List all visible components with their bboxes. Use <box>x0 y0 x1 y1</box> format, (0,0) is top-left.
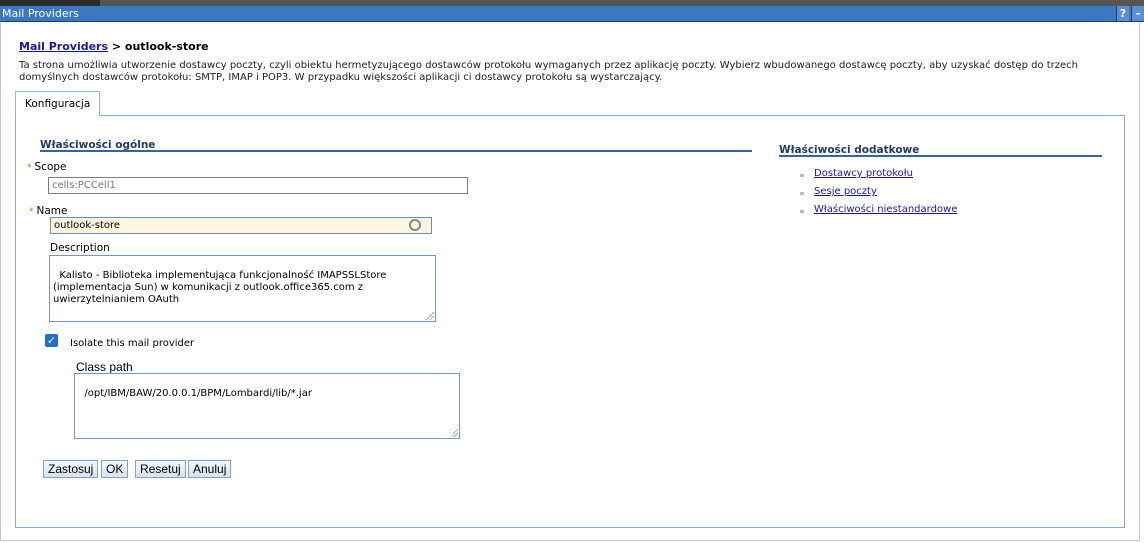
required-icon: * <box>29 207 34 217</box>
bullet-icon <box>800 210 804 213</box>
link-custom-properties[interactable]: Właściwości niestandardowe <box>814 204 957 215</box>
cancel-button[interactable]: Anuluj <box>188 460 232 478</box>
description-field[interactable]: Kalisto - Biblioteka implementująca funk… <box>49 255 436 322</box>
breadcrumb: Mail Providers > outlook-store <box>19 40 209 53</box>
breadcrumb-current: outlook-store <box>124 40 209 53</box>
description-label: Description <box>50 242 110 254</box>
name-field[interactable]: outlook-store <box>50 217 432 234</box>
tab-konfiguracja[interactable]: Konfiguracja <box>15 91 101 116</box>
minimize-icon[interactable]: – <box>1131 6 1144 21</box>
page-description: Ta strona umożliwia utworzenie dostawcy … <box>19 60 1079 83</box>
help-icon[interactable]: ? <box>1116 6 1129 21</box>
class-path-label: Class path <box>76 360 133 374</box>
portlet-titlebar: Mail Providers ? – <box>0 6 1144 22</box>
breadcrumb-link-mail-providers[interactable]: Mail Providers <box>19 40 108 53</box>
additional-properties-divider <box>779 155 1102 157</box>
required-icon: * <box>27 163 32 173</box>
resize-handle-icon[interactable] <box>426 312 434 320</box>
name-label: * Name <box>29 205 68 217</box>
scope-label: * Scope <box>27 161 67 173</box>
isolate-label: Isolate this mail provider <box>70 338 195 349</box>
general-properties-divider <box>40 150 752 152</box>
scope-field: cells:PCCell1 <box>48 177 468 194</box>
isolate-checkbox[interactable]: ✓ <box>45 334 58 347</box>
breadcrumb-separator: > <box>108 40 125 53</box>
bullet-icon <box>800 192 804 195</box>
apply-button[interactable]: Zastosuj <box>43 460 99 478</box>
link-mail-sessions[interactable]: Sesje poczty <box>814 186 877 197</box>
reset-button[interactable]: Resetuj <box>135 460 186 478</box>
ok-button[interactable]: OK <box>101 460 129 478</box>
link-protocol-providers[interactable]: Dostawcy protokołu <box>814 168 913 179</box>
class-path-field[interactable]: /opt/IBM/BAW/20.0.0.1/BPM/Lombardi/lib/*… <box>74 373 460 439</box>
portlet-title: Mail Providers <box>2 7 79 20</box>
resize-handle-icon[interactable] <box>450 429 458 437</box>
password-manager-icon[interactable] <box>409 219 421 231</box>
bullet-icon <box>800 174 804 177</box>
